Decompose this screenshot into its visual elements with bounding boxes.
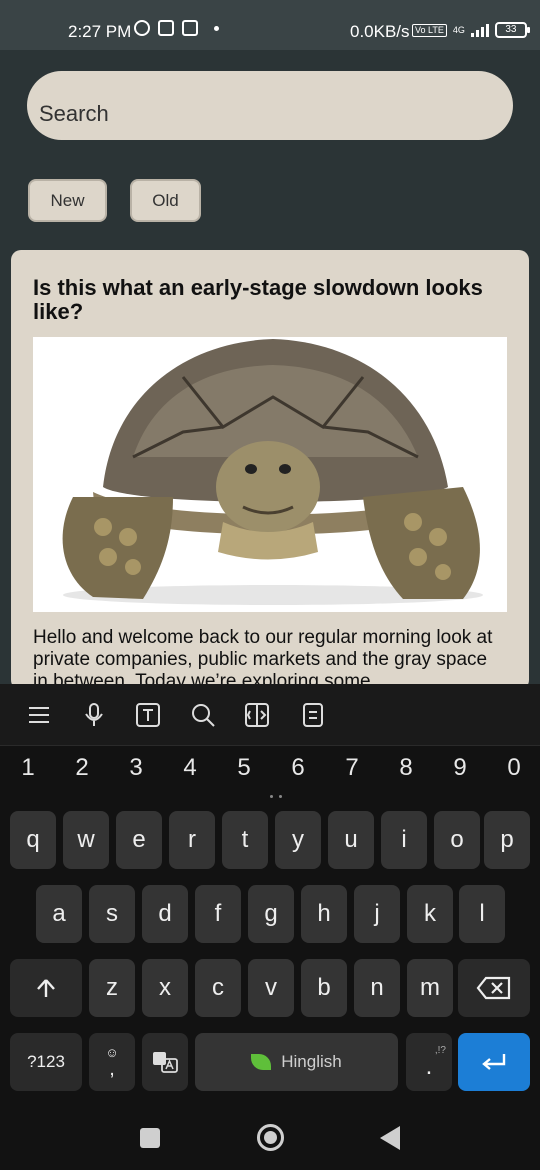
signal-icon [470,23,489,37]
comma-key[interactable]: ☺ , [89,1033,135,1091]
symbols-key[interactable]: ?123 [10,1033,82,1091]
key-5[interactable]: 5 [224,754,264,782]
article-card[interactable]: Is this what an early-stage slowdown loo… [11,250,529,690]
key-4[interactable]: 4 [170,754,210,782]
key-e[interactable]: e [116,811,162,869]
key-z[interactable]: z [89,959,135,1017]
status-time: 2:27 PM [68,22,132,41]
key-d[interactable]: d [142,885,188,943]
home-icon[interactable] [257,1124,284,1151]
space-key[interactable]: Hinglish [195,1033,398,1091]
key-9[interactable]: 9 [440,754,480,782]
new-button[interactable]: New [28,179,107,222]
article-image [33,337,507,612]
key-2[interactable]: 2 [62,754,102,782]
search-input[interactable]: Search [27,71,513,140]
key-q[interactable]: q [10,811,56,869]
volte-badge: Vo LTE [412,23,447,37]
battery-icon: 33 [494,22,530,38]
space-label: Hinglish [281,1052,342,1071]
key-7[interactable]: 7 [332,754,372,782]
key-s[interactable]: s [89,885,135,943]
key-1[interactable]: 1 [8,754,48,782]
keyboard: 1 2 3 4 5 6 7 8 9 0 q w e r t y u i o p … [0,684,540,1170]
tortoise-image [62,339,483,605]
key-b[interactable]: b [301,959,347,1017]
key-y[interactable]: y [275,811,321,869]
key-v[interactable]: v [248,959,294,1017]
key-3[interactable]: 3 [116,754,156,782]
period-key[interactable]: ,!? . [406,1033,452,1091]
key-0[interactable]: 0 [494,754,534,782]
leaf-icon [251,1054,272,1070]
language-key[interactable] [142,1033,188,1091]
key-r[interactable]: r [169,811,215,869]
shift-icon [37,979,55,997]
number-row: 1 2 3 4 5 6 7 8 9 0 [0,754,540,794]
battery-level: 33 [505,24,517,35]
search-placeholder: Search [39,101,109,126]
key-p[interactable]: p [484,811,530,869]
key-x[interactable]: x [142,959,188,1017]
language-icon [153,1052,178,1073]
key-h[interactable]: h [301,885,347,943]
period-alt-label: ,!? [434,1045,446,1056]
key-k[interactable]: k [407,885,453,943]
old-button-label: Old [152,190,179,210]
text-icon[interactable] [135,702,161,728]
key-g[interactable]: g [248,885,294,943]
mic-icon[interactable] [81,702,107,728]
period-label: . [425,1053,433,1080]
key-u[interactable]: u [328,811,374,869]
translate-icon[interactable] [244,702,270,728]
search-icon[interactable] [190,702,216,728]
backspace-key[interactable] [458,959,530,1017]
backspace-icon [476,976,511,1000]
shift-key[interactable] [10,959,82,1017]
key-c[interactable]: c [195,959,241,1017]
enter-key[interactable] [458,1033,530,1091]
key-m[interactable]: m [407,959,453,1017]
key-f[interactable]: f [195,885,241,943]
article-body: Hello and welcome back to our regular mo… [33,627,493,690]
network-type: 4G [452,25,465,35]
key-l[interactable]: l [459,885,505,943]
dot-icon [214,25,219,31]
new-button-label: New [50,190,85,210]
key-j[interactable]: j [354,885,400,943]
key-n[interactable]: n [354,959,400,1017]
clipboard-icon[interactable] [300,702,326,728]
app-icon [158,20,174,36]
navigation-bar [0,1100,540,1170]
key-w[interactable]: w [63,811,109,869]
calendar-icon [182,20,198,36]
comma-label: , [109,1058,115,1080]
enter-icon [482,1054,506,1070]
key-i[interactable]: i [381,811,427,869]
menu-icon[interactable] [26,702,52,728]
keyboard-toolbar [0,684,540,746]
recents-icon[interactable] [140,1128,160,1148]
status-bar: 2:27 PM 0.0KB/s Vo LTE 4G 33 [0,0,540,50]
network-speed: 0.0KB/s [350,22,410,41]
key-6[interactable]: 6 [278,754,318,782]
key-8[interactable]: 8 [386,754,426,782]
whatsapp-icon [134,20,150,36]
key-o[interactable]: o [434,811,480,869]
article-title: Is this what an early-stage slowdown loo… [33,275,483,324]
old-button[interactable]: Old [130,179,201,222]
key-t[interactable]: t [222,811,268,869]
key-a[interactable]: a [36,885,82,943]
page-dots [266,795,286,801]
back-icon[interactable] [380,1126,400,1150]
